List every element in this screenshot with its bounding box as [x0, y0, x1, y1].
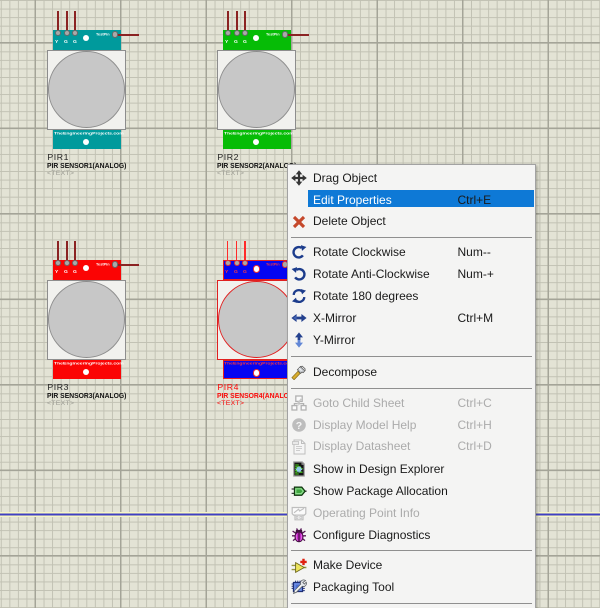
svg-text:?: ?	[296, 420, 302, 432]
